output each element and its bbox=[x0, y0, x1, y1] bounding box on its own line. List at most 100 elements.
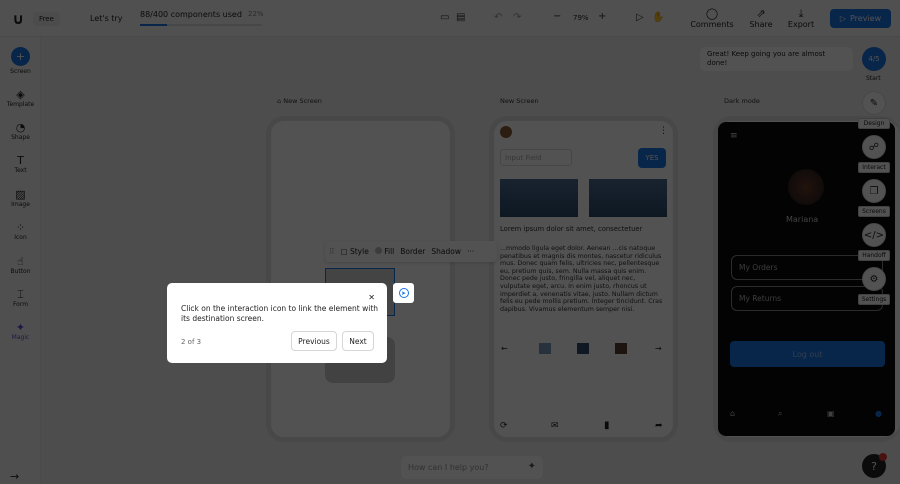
code-icon[interactable]: </> bbox=[862, 223, 886, 247]
sparkle-icon: ✦ bbox=[15, 321, 26, 334]
previous-button[interactable]: Previous bbox=[291, 331, 337, 351]
sidebar: + Screen ◈ Template ◔ Shape T Text ▨ Image ⁘ Icon ☝ B… bbox=[0, 37, 41, 484]
element-toolbar: ⠿ ▢ Style Fill Border Shadow ··· bbox=[325, 241, 497, 262]
search-icon[interactable]: ⌕ bbox=[778, 409, 782, 419]
tooltip-text: Click on the interaction icon to link th… bbox=[181, 304, 379, 323]
lets-try-button[interactable]: Let's try bbox=[90, 14, 122, 23]
export-button[interactable]: ⤓ Export bbox=[786, 7, 816, 30]
assistant-input[interactable]: How can I help you? ✦ bbox=[401, 456, 543, 479]
my-returns-label[interactable]: My Returns bbox=[739, 294, 781, 303]
sidebar-item-label: Magic bbox=[11, 334, 30, 341]
thumbnail-3[interactable] bbox=[615, 343, 627, 354]
dimmed-editor: ∪ Free Let's try 88/400 components used … bbox=[0, 0, 900, 484]
play-icon[interactable]: ▷ bbox=[636, 12, 644, 23]
sidebar-item-label: Shape bbox=[11, 134, 30, 141]
screen-label-3[interactable]: Dark mode bbox=[724, 97, 760, 105]
screens-view-icon[interactable]: ▭ bbox=[440, 12, 449, 23]
sidebar-item-form[interactable]: ⌶ Form bbox=[0, 288, 41, 308]
bookmark-icon[interactable]: ▮ bbox=[604, 420, 610, 431]
input-field[interactable]: Input Field bbox=[500, 149, 572, 166]
link-icon[interactable]: ☍ bbox=[862, 135, 886, 159]
close-icon[interactable]: ✕ bbox=[368, 293, 375, 302]
redo-icon[interactable]: ↷ bbox=[513, 12, 521, 23]
zoom-level[interactable]: 79% bbox=[573, 14, 589, 22]
style-button[interactable]: ▢ Style bbox=[341, 247, 369, 256]
share-arrow-icon[interactable]: ➦ bbox=[655, 421, 663, 431]
lorem-heading: Lorem ipsum dolor sit amet, consectetuer bbox=[500, 225, 643, 233]
plus-icon: + bbox=[11, 47, 30, 66]
thumbnail-2[interactable] bbox=[577, 343, 589, 354]
sidebar-item-button[interactable]: ☝ Button bbox=[0, 255, 41, 275]
sidebar-item-icon[interactable]: ⁘ Icon bbox=[0, 221, 41, 241]
drag-handle-icon[interactable]: ⠿ bbox=[329, 247, 335, 256]
shapes-icon: ◔ bbox=[15, 121, 26, 134]
more-vertical-icon[interactable]: ⋮ bbox=[659, 126, 668, 136]
zoom-in-icon[interactable]: + bbox=[598, 11, 606, 22]
sidebar-item-label: Button bbox=[10, 268, 31, 275]
interaction-icon-button[interactable]: ➤ bbox=[393, 283, 414, 303]
collapse-arrow-icon[interactable]: → bbox=[10, 470, 19, 483]
shadow-button[interactable]: Shadow bbox=[431, 247, 461, 256]
sparkle-icon[interactable]: ✦ bbox=[528, 461, 536, 472]
bag-icon[interactable]: ▣ bbox=[827, 409, 835, 418]
tooltip-counter: 2 of 3 bbox=[181, 338, 202, 346]
sidebar-item-shape[interactable]: ◔ Shape bbox=[0, 121, 41, 141]
preview-button[interactable]: ▷ Preview bbox=[830, 9, 891, 28]
screens-icon[interactable]: ❐ bbox=[862, 179, 886, 203]
screen-label-2[interactable]: New Screen bbox=[500, 97, 539, 105]
start-label: Start bbox=[866, 75, 881, 82]
sidebar-item-label: Text bbox=[14, 167, 27, 174]
logout-button[interactable]: Log out bbox=[730, 341, 885, 367]
text-icon: T bbox=[17, 154, 24, 167]
hand-icon[interactable]: ✋ bbox=[652, 12, 664, 23]
fill-swatch-icon bbox=[374, 247, 382, 254]
arrow-left-icon[interactable]: ← bbox=[501, 344, 508, 353]
plan-badge: Free bbox=[33, 12, 60, 26]
more-options-icon[interactable]: ··· bbox=[467, 247, 474, 256]
border-button[interactable]: Border bbox=[400, 247, 425, 256]
share-label: Share bbox=[749, 20, 773, 29]
refresh-icon[interactable]: ⟳ bbox=[500, 421, 508, 431]
home-icon[interactable]: ⌂ bbox=[730, 409, 735, 418]
pencil-icon[interactable]: ✎ bbox=[862, 91, 886, 115]
share-button[interactable]: ⇗ Share bbox=[746, 7, 776, 30]
preview-label: Preview bbox=[850, 14, 882, 23]
usage-progress bbox=[140, 24, 262, 26]
screen-label-1[interactable]: ⌂ New Screen bbox=[277, 97, 322, 105]
onboarding-tooltip: ✕ Click on the interaction icon to link … bbox=[167, 283, 387, 363]
sidebar-item-magic[interactable]: ✦ Magic bbox=[0, 321, 41, 341]
tool-label-settings[interactable]: Settings bbox=[858, 294, 890, 305]
logo-icon[interactable]: ∪ bbox=[12, 10, 24, 28]
sidebar-item-image[interactable]: ▨ Image bbox=[0, 188, 41, 208]
grid-view-icon[interactable]: ▤ bbox=[456, 12, 465, 23]
tool-label-design[interactable]: Design bbox=[858, 118, 890, 129]
my-orders-label[interactable]: My Orders bbox=[739, 263, 778, 272]
mail-icon[interactable]: ✉ bbox=[551, 421, 559, 431]
thumbnail-1[interactable] bbox=[539, 343, 551, 354]
tool-label-screens[interactable]: Screens bbox=[858, 206, 890, 217]
fill-label: Fill bbox=[384, 247, 395, 256]
sidebar-item-screen[interactable]: + Screen bbox=[0, 47, 41, 75]
export-label: Export bbox=[787, 20, 815, 29]
tool-label-handoff[interactable]: Handoff bbox=[858, 250, 890, 261]
image-icon: ▨ bbox=[15, 188, 26, 201]
next-button[interactable]: Next bbox=[342, 331, 374, 351]
comments-label: Comments bbox=[690, 20, 734, 29]
undo-icon[interactable]: ↶ bbox=[494, 12, 502, 23]
share-icon: ⇗ bbox=[756, 7, 766, 20]
zoom-out-icon[interactable]: − bbox=[553, 11, 561, 22]
download-icon: ⤓ bbox=[798, 7, 804, 20]
progress-step-badge[interactable]: 4/5 bbox=[862, 47, 886, 71]
fill-button[interactable]: Fill bbox=[374, 247, 395, 256]
lorem-paragraph: ...mmodo ligula eget dolor. Aenean ...ci… bbox=[500, 245, 663, 313]
gear-icon[interactable]: ⚙ bbox=[862, 267, 886, 291]
comments-button[interactable]: ◯ Comments bbox=[689, 8, 735, 30]
user-icon[interactable]: ● bbox=[875, 409, 882, 418]
sidebar-item-template[interactable]: ◈ Template bbox=[0, 88, 41, 108]
hamburger-icon[interactable]: ≡ bbox=[730, 131, 738, 141]
sidebar-item-text[interactable]: T Text bbox=[0, 154, 41, 174]
arrow-right-icon[interactable]: → bbox=[655, 344, 662, 353]
yes-button[interactable]: YES bbox=[638, 148, 666, 168]
tool-label-interact[interactable]: Interact bbox=[858, 162, 890, 173]
screen-1-name: New Screen bbox=[283, 97, 322, 105]
